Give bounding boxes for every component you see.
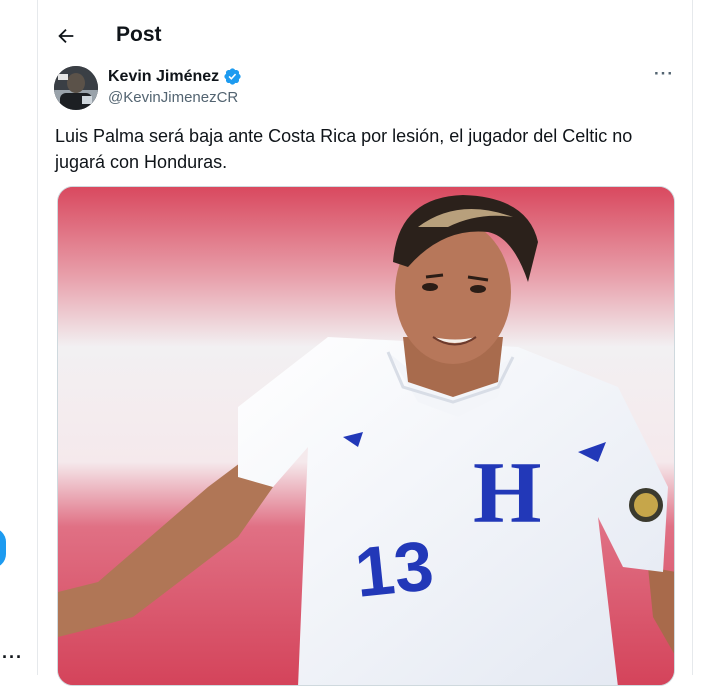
column-divider (692, 0, 693, 675)
more-horizontal-icon[interactable]: ··· (650, 64, 678, 84)
post-text: Luis Palma será baja ante Costa Rica por… (55, 126, 633, 172)
page-header: Post (38, 16, 692, 56)
page-title: Post (116, 23, 162, 46)
author-handle[interactable]: @KevinJimenezCR (108, 89, 238, 106)
author-row: Kevin Jiménez (108, 67, 242, 86)
crest-letter: H (473, 445, 541, 542)
avatar[interactable] (54, 66, 98, 110)
left-sidebar: ··· (0, 0, 38, 675)
post-image[interactable]: H 13 (57, 186, 675, 686)
arrow-left-icon (58, 28, 74, 44)
verified-badge-icon (224, 68, 241, 85)
back-button[interactable] (52, 22, 80, 50)
post-detail-column: Post Kevin Jiménez @KevinJimenezCR ··· L… (38, 0, 692, 686)
account-more-icon[interactable]: ··· (2, 648, 23, 666)
post-compose-button[interactable] (0, 528, 6, 568)
author-name[interactable]: Kevin Jiménez (108, 68, 219, 86)
jersey-number: 13 (351, 526, 437, 612)
